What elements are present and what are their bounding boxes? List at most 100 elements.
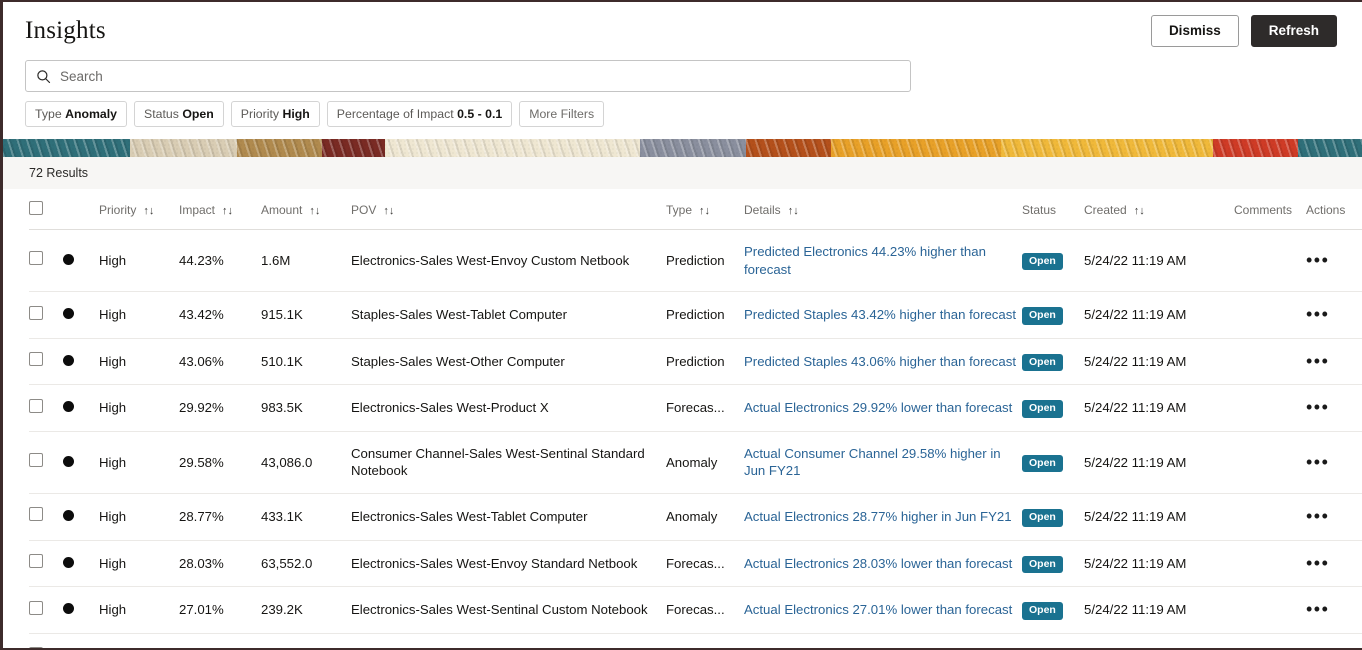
details-link[interactable]: Actual Electronics 29.92% lower than for… <box>744 400 1012 415</box>
column-header-priority[interactable]: Priority ↑↓ <box>99 189 179 231</box>
filter-chip-percentage-of-impact[interactable]: Percentage of Impact 0.5 - 0.1 <box>326 101 513 128</box>
row-checkbox[interactable] <box>29 554 43 569</box>
table-row[interactable]: High26.09%172.3KStaples-Sales West-Envoy… <box>29 633 1362 648</box>
filter-chip-type[interactable]: Type Anomaly <box>25 101 128 128</box>
row-checkbox[interactable] <box>29 507 43 522</box>
row-checkbox[interactable] <box>29 305 43 320</box>
row-select-cell <box>29 291 63 339</box>
row-actions-menu-icon[interactable]: ••• <box>1306 251 1329 269</box>
comments-cell <box>1234 493 1306 541</box>
row-actions-menu-icon[interactable]: ••• <box>1306 507 1329 525</box>
refresh-button[interactable]: Refresh <box>1250 14 1337 48</box>
type-label: Prediction <box>666 252 725 268</box>
filter-chip-type-label: Type <box>35 107 62 121</box>
sort-icon-priority[interactable]: ↑↓ <box>143 205 154 217</box>
row-checkbox[interactable] <box>29 398 43 413</box>
header-actions: Dismiss Refresh <box>1150 14 1337 48</box>
filter-chip-priority-value: High <box>282 107 310 121</box>
sort-icon-impact[interactable]: ↑↓ <box>222 205 233 217</box>
created-cell: 5/24/22 11:19 AM <box>1084 633 1234 648</box>
table-row[interactable]: High 43.06% 510.1K Staples-Sales West-Other… <box>29 338 1362 386</box>
created-cell: 5/24/22 11:19 AM <box>1084 540 1234 588</box>
comments-cell <box>1234 229 1306 293</box>
actions-cell: ••• <box>1306 633 1362 648</box>
filter-chip-status[interactable]: Status Open <box>134 101 224 128</box>
details-link[interactable]: Predicted Staples 43.06% higher than for… <box>744 354 1016 369</box>
column-header-actions: Actions <box>1306 189 1362 231</box>
more-filters-button[interactable]: More Filters <box>519 101 605 128</box>
table-row[interactable]: High 27.01% 239.2K Electronics-Sales West-S… <box>29 586 1362 634</box>
sort-icon-amount[interactable]: ↑↓ <box>309 205 320 217</box>
filter-chip-status-value: Open <box>182 107 214 121</box>
row-actions-menu-icon[interactable]: ••• <box>1306 647 1329 648</box>
insights-page: Insights Dismiss Refresh Type Anomaly St… <box>0 0 1362 650</box>
details-link[interactable]: Predicted Staples 43.42% higher than for… <box>744 307 1016 322</box>
column-header-impact[interactable]: Impact ↑↓ <box>179 189 261 231</box>
priority-cell: High <box>99 431 179 494</box>
status-cell: Open <box>1022 338 1084 386</box>
details-link[interactable]: Actual Electronics 28.77% higher in Jun … <box>744 509 1012 524</box>
search-box[interactable] <box>25 60 911 92</box>
row-checkbox[interactable] <box>29 352 43 367</box>
row-select-cell <box>29 493 63 541</box>
details-link[interactable]: Actual Electronics 27.01% lower than for… <box>744 602 1012 617</box>
sort-icon-details[interactable]: ↑↓ <box>788 205 799 217</box>
type-cell: Prediction <box>666 229 744 293</box>
details-link[interactable]: Actual Electronics 28.03% lower than for… <box>744 556 1012 571</box>
priority-dot-icon <box>63 401 74 413</box>
details-link[interactable]: Predicted Electronics 44.23% higher than… <box>744 244 986 277</box>
status-badge: Open <box>1022 454 1063 473</box>
comments-cell <box>1234 633 1306 648</box>
status-badge: Open <box>1022 307 1063 325</box>
column-label-created: Created <box>1084 202 1127 217</box>
row-select-cell <box>29 338 63 386</box>
row-actions-menu-icon[interactable]: ••• <box>1306 305 1329 323</box>
column-header-details[interactable]: Details ↑↓ <box>744 189 1022 231</box>
amount-cell: 915.1K <box>261 291 351 339</box>
page-header: Insights Dismiss Refresh <box>3 2 1362 60</box>
row-actions-menu-icon[interactable]: ••• <box>1306 398 1329 416</box>
type-label: Forecas... <box>666 400 725 416</box>
dismiss-button[interactable]: Dismiss <box>1150 14 1239 48</box>
row-checkbox[interactable] <box>29 600 43 615</box>
sort-icon-type[interactable]: ↑↓ <box>699 205 710 217</box>
row-actions-menu-icon[interactable]: ••• <box>1306 554 1329 572</box>
select-all-checkbox[interactable] <box>29 201 43 216</box>
row-actions-menu-icon[interactable]: ••• <box>1306 352 1329 370</box>
row-checkbox[interactable] <box>29 251 43 266</box>
table-row[interactable]: High 43.42% 915.1K Staples-Sales West-Table… <box>29 291 1362 339</box>
created-cell: 5/24/22 11:19 AM <box>1084 493 1234 541</box>
results-bar: 72 Results <box>3 157 1362 190</box>
actions-cell: ••• <box>1306 229 1362 293</box>
details-cell: Actual Electronics 28.03% lower than for… <box>744 540 1022 588</box>
details-link[interactable]: Actual Consumer Channel 29.58% higher in… <box>744 446 1001 479</box>
priority-cell: High <box>99 229 179 293</box>
column-header-pov[interactable]: POV ↑↓ <box>351 189 666 231</box>
filter-chip-priority[interactable]: Priority High <box>230 101 320 128</box>
column-header-created[interactable]: Created ↑↓ <box>1084 189 1234 231</box>
table-row[interactable]: High 28.77% 433.1K Electronics-Sales West-T… <box>29 493 1362 541</box>
status-cell: Open <box>1022 431 1084 494</box>
row-actions-menu-icon[interactable]: ••• <box>1306 453 1329 471</box>
search-input[interactable] <box>60 68 900 84</box>
column-label-actions: Actions <box>1306 202 1346 217</box>
row-checkbox[interactable] <box>29 453 43 468</box>
type-cell: Forecas... <box>666 540 744 588</box>
pov-cell: Consumer Channel-Sales West-Sentinal Sta… <box>351 431 666 494</box>
comments-cell <box>1234 431 1306 494</box>
table-row[interactable]: High 44.23% 1.6M Electronics-Sales West-Env… <box>29 229 1362 293</box>
table-row[interactable]: High 29.92% 983.5K Electronics-Sales West-P… <box>29 384 1362 432</box>
table-row[interactable]: High 28.03% 63,552.0 Electronics-Sales West… <box>29 540 1362 588</box>
sort-icon-created[interactable]: ↑↓ <box>1134 205 1145 217</box>
column-label-details: Details <box>744 202 781 217</box>
sort-icon-pov[interactable]: ↑↓ <box>383 205 394 217</box>
column-label-pov: POV <box>351 202 377 217</box>
row-actions-menu-icon[interactable]: ••• <box>1306 600 1329 618</box>
actions-cell: ••• <box>1306 431 1362 494</box>
created-cell: 5/24/22 11:19 AM <box>1084 431 1234 494</box>
column-header-type[interactable]: Type ↑↓ <box>666 189 744 231</box>
pov-cell: Electronics-Sales West-Envoy Custom Netb… <box>351 229 666 293</box>
search-icon <box>36 69 51 84</box>
column-header-amount[interactable]: Amount ↑↓ <box>261 189 351 231</box>
table-row[interactable]: High 29.58% 43,086.0 Consumer Channel-Sales… <box>29 431 1362 494</box>
